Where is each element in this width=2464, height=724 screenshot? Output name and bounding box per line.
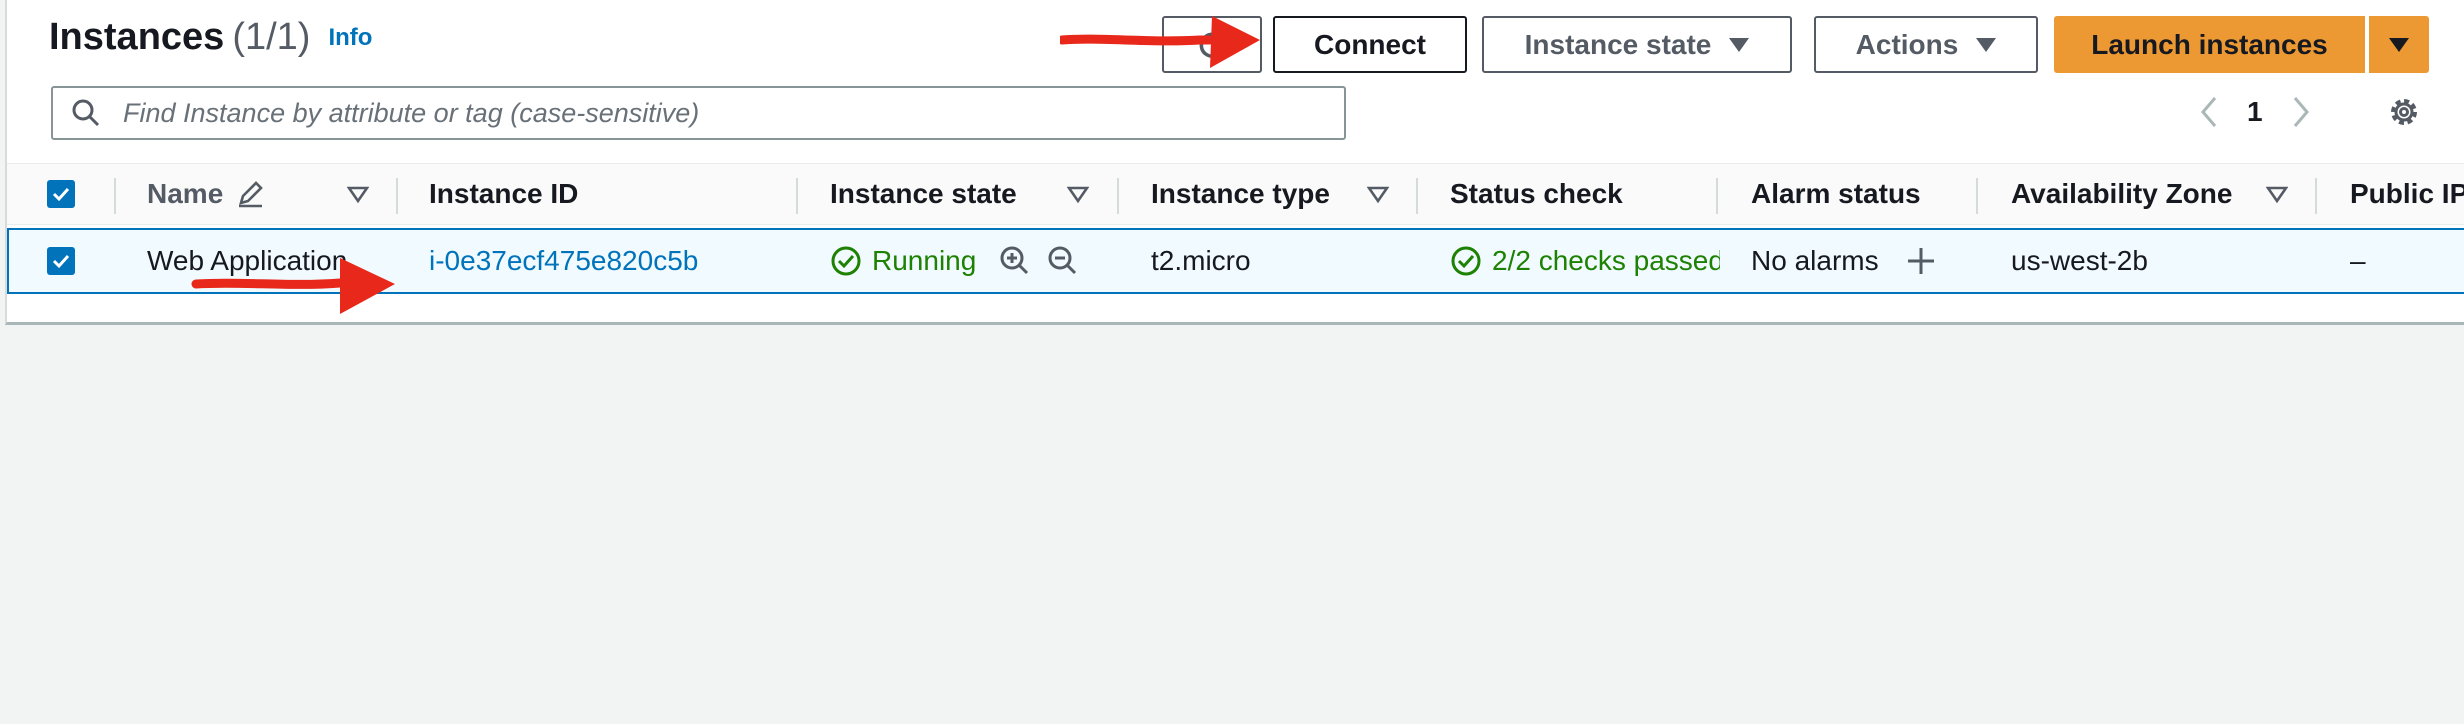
column-divider [796, 178, 798, 214]
current-page-number[interactable]: 1 [2247, 96, 2263, 128]
column-header-instance-state[interactable]: Instance state [830, 164, 1017, 224]
status-check-label: 2/2 checks passed [1492, 245, 1720, 276]
column-divider [1976, 178, 1978, 214]
status-check-passed: 2/2 checks passed [1450, 245, 1720, 277]
connect-button[interactable]: Connect [1273, 16, 1467, 73]
column-header-public-ip[interactable]: Public IPv [2350, 164, 2464, 224]
checkbox-checked [47, 180, 75, 208]
column-header-label: Name [147, 178, 224, 209]
column-divider [1716, 178, 1718, 214]
select-all-checkbox[interactable] [47, 164, 75, 224]
cell-availability-zone: us-west-2b [2011, 245, 2148, 276]
info-link[interactable]: Info [328, 24, 372, 51]
column-header-alarm-status[interactable]: Alarm status [1751, 164, 1921, 224]
zoom-out-icon[interactable] [1047, 245, 1079, 277]
edit-pencil-icon [239, 181, 264, 208]
connect-button-label: Connect [1314, 28, 1426, 60]
table-row[interactable]: Web Application i-0e37ecf475e820c5b Runn… [7, 228, 2464, 294]
page-title: Instances [49, 16, 225, 58]
column-header-name[interactable]: Name [147, 164, 265, 224]
instance-state-running: Running [830, 245, 976, 277]
sort-caret-icon[interactable] [347, 186, 369, 204]
instances-panel: Instances (1/1) Info Connect Instance stat… [5, 0, 2464, 325]
refresh-icon [1199, 32, 1227, 58]
column-divider [1117, 178, 1119, 214]
actions-dropdown-label: Actions [1855, 28, 1959, 60]
instance-state-dropdown-label: Instance state [1524, 28, 1712, 60]
search-input[interactable] [121, 96, 1325, 130]
zoom-in-icon[interactable] [999, 245, 1031, 277]
page-header: Instances (1/1) Info [49, 16, 372, 59]
instance-state-dropdown[interactable]: Instance state [1482, 16, 1792, 73]
row-checkbox[interactable] [47, 230, 75, 292]
actions-dropdown[interactable]: Actions [1814, 16, 2038, 73]
chevron-right-icon[interactable] [2289, 94, 2313, 130]
sort-caret-icon[interactable] [1067, 186, 1089, 204]
cell-alarm-status: No alarms [1751, 230, 1937, 292]
column-divider [114, 178, 116, 214]
check-icon [52, 254, 70, 269]
instance-state-label: Running [872, 245, 977, 276]
caret-down-icon [2389, 37, 2409, 52]
cell-name: Web Application [147, 245, 348, 276]
cell-instance-state: Running [830, 230, 976, 292]
cell-public-ip: – [2350, 245, 2366, 276]
instance-id-link[interactable]: i-0e37ecf475e820c5b [429, 230, 698, 292]
cell-status-check: 2/2 checks passed [1450, 230, 1720, 292]
column-divider [396, 178, 398, 214]
success-check-circle-icon [1451, 246, 1481, 276]
column-divider [2315, 178, 2317, 214]
refresh-button[interactable] [1162, 16, 1262, 73]
alarm-status-label: No alarms [1751, 245, 1879, 276]
column-header-instance-id[interactable]: Instance ID [429, 164, 578, 224]
cell-instance-type: t2.micro [1151, 245, 1251, 276]
launch-instances-label: Launch instances [2091, 28, 2328, 60]
checkbox-checked [47, 247, 75, 275]
caret-down-icon [1729, 37, 1750, 52]
check-icon [52, 187, 70, 202]
column-header-availability-zone[interactable]: Availability Zone [2011, 164, 2232, 224]
search-icon [72, 99, 100, 127]
add-plus-icon[interactable] [1905, 245, 1937, 277]
instance-search[interactable] [51, 86, 1346, 140]
instance-count: (1/1) [232, 16, 311, 58]
launch-instances-dropdown-button[interactable] [2369, 16, 2429, 73]
table-header: Name Instance ID Instance state Instance… [7, 163, 2464, 225]
sort-caret-icon[interactable] [2266, 186, 2288, 204]
column-header-instance-type[interactable]: Instance type [1151, 164, 1330, 224]
settings-gear-icon[interactable] [2386, 94, 2422, 130]
success-check-circle-icon [831, 246, 861, 276]
pagination: 1 [2197, 84, 2313, 140]
sort-caret-icon[interactable] [1367, 186, 1389, 204]
column-header-status-check[interactable]: Status check [1450, 164, 1623, 224]
launch-instances-button[interactable]: Launch instances [2054, 16, 2365, 73]
chevron-left-icon[interactable] [2197, 94, 2221, 130]
caret-down-icon [1976, 37, 1997, 52]
column-divider [1416, 178, 1418, 214]
